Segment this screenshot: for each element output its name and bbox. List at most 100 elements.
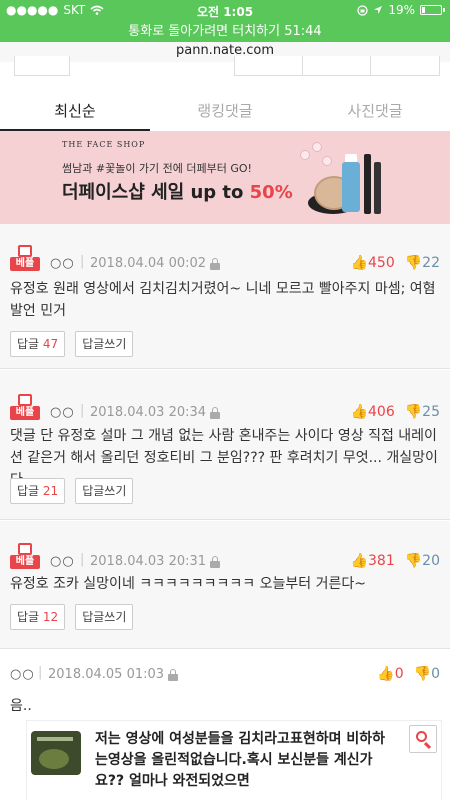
downvote-count: 22 — [422, 255, 440, 271]
thumb-up-button[interactable]: 👍0 — [377, 666, 403, 682]
mascara-product-image — [364, 154, 371, 214]
downvote-count: 25 — [422, 404, 440, 420]
replies-button[interactable]: 답글 47 — [10, 331, 66, 357]
reply-label: 답글 — [17, 337, 40, 351]
ad-banner[interactable]: THE FACE SHOP 썸남과 #꽃놀이 가기 전에 더페부터 GO! 더페… — [0, 132, 450, 224]
tab-photo[interactable]: 사진댓글 — [300, 92, 450, 131]
comment-actions: 답글 21 답글쓰기 — [10, 478, 134, 504]
replies-button[interactable]: 답글 12 — [10, 604, 66, 630]
vote-group: 👍0 👎0 — [377, 666, 440, 682]
best-label: 베플 — [10, 555, 40, 569]
vote-group: 👍450 👎22 — [351, 255, 440, 271]
banner-headline: 더페이스샵 세일 up to 50% — [62, 178, 293, 204]
upvote-count: 406 — [368, 404, 395, 420]
comment-nickname[interactable]: ○○ — [50, 405, 75, 420]
best-comment: 베플 ○○ | 2018.04.04 00:02 👍450 👎22 유정호 원래… — [0, 224, 450, 369]
best-badge: 베플 — [10, 543, 40, 569]
search-icon[interactable] — [409, 725, 437, 753]
form-field-mid-1[interactable] — [234, 56, 304, 76]
comment-text: 음.. — [10, 698, 32, 714]
tab-latest[interactable]: 최신순 — [0, 92, 150, 131]
best-thumb-icon — [18, 394, 32, 406]
thumb-up-button[interactable]: 👍450 — [351, 255, 395, 271]
comment-text: 유정호 원래 영상에서 김치김치거렸어~ 니네 모르고 빨아주지 마셈; 여혐발… — [10, 281, 436, 319]
thumb-down-button[interactable]: 👎22 — [405, 255, 440, 271]
downvote-count: 0 — [431, 666, 440, 682]
replies-button[interactable]: 답글 21 — [10, 478, 66, 504]
battery-level — [422, 7, 426, 13]
comment-date: 2018.04.03 20:31 — [90, 554, 207, 569]
location-icon — [374, 6, 383, 14]
write-reply-button[interactable]: 답글쓰기 — [75, 604, 134, 630]
blossom-icon — [322, 156, 332, 166]
comment-actions: 답글 12 답글쓰기 — [10, 604, 134, 630]
divider: | — [80, 254, 85, 269]
blossom-icon — [300, 150, 310, 160]
divider: | — [38, 665, 43, 680]
comment-date: 2018.04.04 00:02 — [90, 256, 207, 271]
banner-headline-percent: 50% — [249, 182, 293, 203]
lock-icon — [210, 407, 220, 419]
thumb-up-button[interactable]: 👍381 — [351, 553, 395, 569]
best-thumb-icon — [18, 245, 32, 257]
best-label: 베플 — [10, 257, 40, 271]
comment-date: 2018.04.03 20:34 — [90, 405, 207, 420]
reply-label: 답글 — [17, 484, 40, 498]
sort-tabs: 최신순 랭킹댓글 사진댓글 — [0, 92, 450, 132]
comment-date: 2018.04.05 01:03 — [48, 667, 165, 682]
thumb-up-button[interactable]: 👍406 — [351, 404, 395, 420]
write-reply-button[interactable]: 답글쓰기 — [75, 331, 134, 357]
thumb-down-button[interactable]: 👎20 — [405, 553, 440, 569]
upvote-count: 381 — [368, 553, 395, 569]
reply-count: 21 — [42, 484, 59, 498]
rotation-lock-icon — [357, 4, 368, 16]
form-field-right[interactable] — [370, 56, 440, 76]
comment-actions: 답글 47 답글쓰기 — [10, 331, 134, 357]
best-label: 베플 — [10, 406, 40, 420]
divider: | — [80, 552, 85, 567]
best-thumb-icon — [18, 543, 32, 555]
return-to-call-bar[interactable]: 통화로 돌아가려면 터치하기 51:44 — [0, 22, 450, 42]
comment: ○○ | 2018.04.05 01:03 👍0 👎0 음.. 저는 영상에 여… — [0, 650, 450, 800]
link-title: 저는 영상에 여성분들을 김치라고표현하며 비하하는영상을 올린적없습니다.혹시… — [95, 731, 385, 789]
tab-ranking[interactable]: 랭킹댓글 — [150, 92, 300, 131]
thumb-down-button[interactable]: 👎0 — [414, 666, 440, 682]
downvote-count: 20 — [422, 553, 440, 569]
comment-header: 베플 ○○ | 2018.04.03 20:31 👍381 👎20 — [10, 543, 440, 573]
comment-nickname[interactable]: ○○ — [10, 667, 35, 682]
battery-percent: 19% — [388, 3, 415, 17]
comment-nickname[interactable]: ○○ — [50, 256, 75, 271]
form-field-left[interactable] — [14, 56, 70, 76]
lock-icon — [210, 556, 220, 568]
upvote-count: 450 — [368, 255, 395, 271]
vote-group: 👍381 👎20 — [351, 553, 440, 569]
reply-count: 47 — [42, 337, 59, 351]
link-preview-card[interactable]: 저는 영상에 여성분들을 김치라고표현하며 비하하는영상을 올린적없습니다.혹시… — [26, 720, 442, 800]
banner-subtitle: 썸남과 #꽃놀이 가기 전에 더페부터 GO! — [62, 162, 252, 175]
banner-brand: THE FACE SHOP — [62, 140, 146, 149]
comment-header: 베플 ○○ | 2018.04.04 00:02 👍450 👎22 — [10, 245, 440, 275]
comment-text: 유정호 조카 실망이네 ㅋㅋㅋㅋㅋㅋㅋㅋㅋ 오늘부터 거른다~ — [10, 576, 366, 592]
vote-group: 👍406 👎25 — [351, 404, 440, 420]
banner-headline-text: 더페이스샵 세일 up to — [62, 182, 250, 203]
battery-icon — [420, 5, 445, 15]
status-bar: ●●●●● SKT 오전 1:05 19% — [0, 0, 450, 22]
best-comment: 베플 ○○ | 2018.04.03 20:31 👍381 👎20 유정호 조카… — [0, 521, 450, 649]
write-reply-button[interactable]: 답글쓰기 — [75, 478, 134, 504]
comment-header: ○○ | 2018.04.05 01:03 👍0 👎0 — [10, 662, 440, 686]
reply-count: 12 — [42, 610, 59, 624]
divider: | — [80, 403, 85, 418]
comment-header: 베플 ○○ | 2018.04.03 20:34 👍406 👎25 — [10, 394, 440, 424]
best-badge: 베플 — [10, 245, 40, 271]
eyeliner-product-image — [374, 162, 381, 214]
comment-nickname[interactable]: ○○ — [50, 554, 75, 569]
link-thumbnail — [31, 731, 81, 775]
blossom-icon — [312, 142, 322, 152]
form-strip — [0, 56, 450, 92]
lock-icon — [210, 258, 220, 270]
form-field-mid-2[interactable] — [302, 56, 372, 76]
thumb-down-button[interactable]: 👎25 — [405, 404, 440, 420]
bottle-product-image — [342, 162, 360, 212]
upvote-count: 0 — [394, 666, 404, 682]
lock-icon — [168, 669, 178, 681]
